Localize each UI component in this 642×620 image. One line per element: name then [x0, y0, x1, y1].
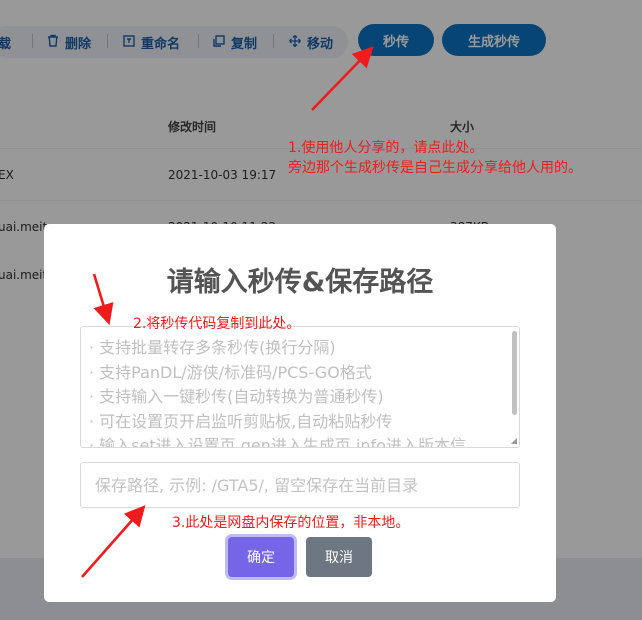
annotation-note-1-line-1: 1.使用他人分享的，请点此处。: [288, 140, 484, 156]
placeholder-line: · 支持批量转存多条秒传(换行分隔): [89, 338, 336, 357]
flash-transfer-dialog: 请输入秒传&保存路径 · 支持批量转存多条秒传(换行分隔) · 支持PanDL/…: [44, 224, 556, 602]
confirm-button[interactable]: 确定: [228, 537, 294, 577]
annotation-note-2: 2.将秒传代码复制到此处。: [133, 316, 301, 332]
resize-grip-icon[interactable]: ◢: [511, 436, 517, 445]
save-path-input[interactable]: [80, 462, 520, 508]
placeholder-line: · 可在设置页开启监听剪贴板,自动粘贴秒传: [89, 411, 393, 431]
flash-code-textarea[interactable]: · 支持批量转存多条秒传(换行分隔) · 支持PanDL/游侠/标准码/PCS-…: [80, 326, 520, 448]
placeholder-line: · 支持输入一键秒传(自动转换为普通秒传): [89, 387, 384, 406]
annotation-note-1-line-2: 旁边那个生成秒传是自己生成分享给他人用的。: [288, 160, 582, 176]
placeholder-line: · 支持PanDL/游侠/标准码/PCS-GO格式: [89, 362, 372, 382]
placeholder-line: · 输入set进入设置页,gen进入生成页,info进入版本信: [89, 436, 466, 448]
textarea-scrollbar[interactable]: [512, 331, 517, 415]
annotation-note-3: 3.此处是网盘内保存的位置，非本地。: [172, 515, 410, 531]
annotation-note-1: 1.使用他人分享的，请点此处。 旁边那个生成秒传是自己生成分享给他人用的。: [288, 138, 582, 178]
cancel-button[interactable]: 取消: [306, 537, 372, 577]
dialog-title: 请输入秒传&保存路径: [166, 267, 434, 298]
